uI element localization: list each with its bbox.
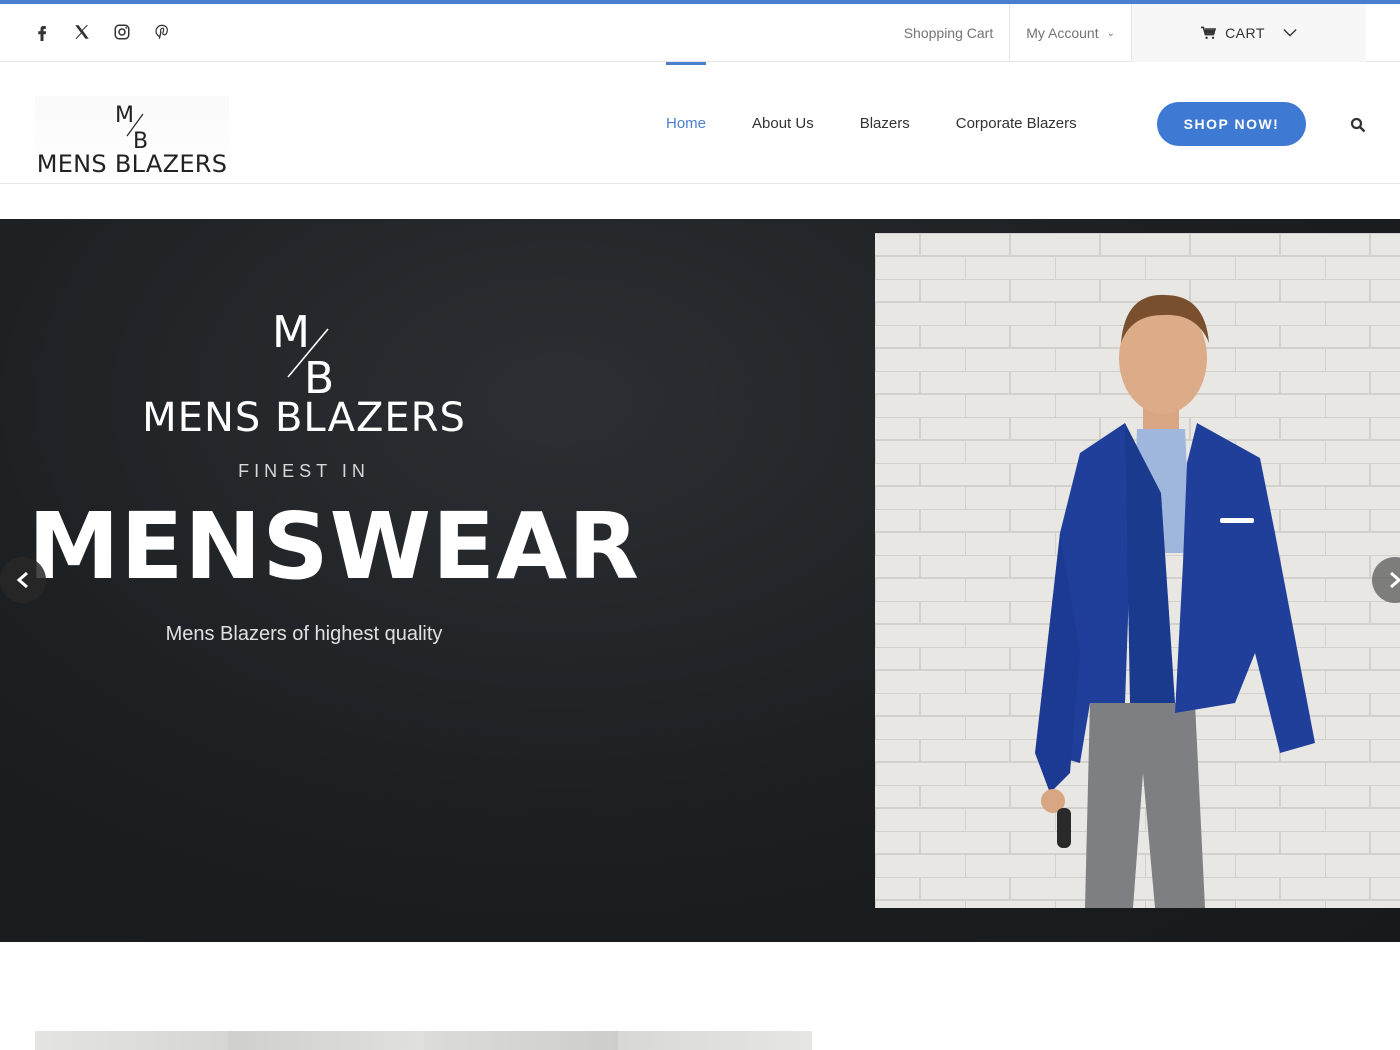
nav-corporate-blazers[interactable]: Corporate Blazers	[956, 62, 1077, 184]
hero-subtitle: Mens Blazers of highest quality	[165, 623, 443, 645]
chevron-left-icon	[16, 572, 28, 588]
logo-monogram: M B	[115, 103, 148, 150]
svg-text:B: B	[133, 129, 148, 150]
site-header: M B MENS BLAZERS Home About Us Blazers C…	[0, 62, 1400, 184]
svg-text:M: M	[115, 103, 134, 128]
instagram-icon[interactable]	[112, 22, 132, 42]
hero-kicker: FINEST IN	[238, 461, 370, 481]
shop-now-button[interactable]: SHOP NOW!	[1157, 102, 1306, 146]
x-icon[interactable]	[72, 22, 92, 42]
chevron-down-icon	[1283, 29, 1297, 37]
product-image-strip	[35, 1031, 812, 1050]
shopping-cart-label: Shopping Cart	[903, 25, 994, 41]
svg-text:M: M	[272, 307, 310, 358]
hero-title: MENSWEAR	[28, 493, 641, 600]
nav-about-us[interactable]: About Us	[752, 62, 814, 184]
hero-slider: M B MENS BLAZERS FINEST IN MENSWEAR Mens…	[0, 219, 1400, 942]
chevron-down-icon: ⌄	[1106, 27, 1115, 39]
site-logo[interactable]: M B MENS BLAZERS	[35, 96, 229, 178]
main-nav: Home About Us Blazers Corporate Blazers	[666, 62, 1123, 184]
hero-model-photo	[875, 233, 1400, 908]
cart-label: CART	[1225, 25, 1265, 41]
my-account-label: My Account	[1026, 25, 1099, 41]
hero-brand: MENS BLAZERS	[142, 395, 466, 441]
slider-prev-button[interactable]	[0, 557, 46, 603]
nav-blazers[interactable]: Blazers	[860, 62, 910, 184]
product-thumb	[618, 1031, 812, 1050]
product-thumb	[35, 1031, 228, 1050]
facebook-icon[interactable]	[32, 22, 52, 42]
pinterest-icon[interactable]	[152, 22, 172, 42]
svg-text:B: B	[304, 353, 334, 397]
my-account-menu[interactable]: My Account ⌄	[1010, 4, 1132, 62]
product-thumb	[228, 1031, 424, 1050]
cart-button[interactable]: CART	[1132, 4, 1366, 62]
shopping-cart-link[interactable]: Shopping Cart	[888, 4, 1011, 62]
top-links: Shopping Cart My Account ⌄ CART	[888, 4, 1366, 62]
hero-monogram: M B	[272, 307, 334, 397]
top-bar: Shopping Cart My Account ⌄ CART	[0, 4, 1400, 62]
product-thumb	[424, 1031, 618, 1050]
logo-text: MENS BLAZERS	[36, 150, 228, 178]
chevron-right-icon	[1390, 572, 1400, 588]
social-links	[32, 22, 172, 42]
search-icon[interactable]	[1350, 117, 1366, 133]
cart-icon	[1201, 26, 1217, 39]
nav-home[interactable]: Home	[666, 62, 707, 184]
